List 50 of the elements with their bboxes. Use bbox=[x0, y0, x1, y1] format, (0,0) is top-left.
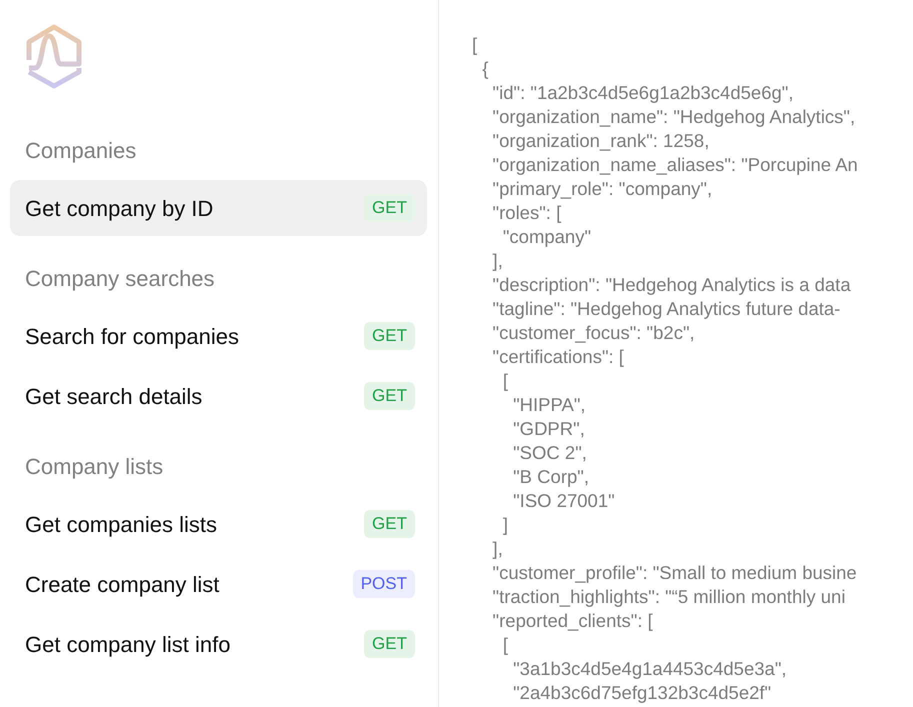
method-tag: GET bbox=[364, 322, 415, 350]
method-tag: GET bbox=[364, 510, 415, 538]
logo-icon bbox=[25, 24, 83, 90]
code-line: "certifications": [ bbox=[492, 345, 625, 369]
code-line: "B Corp", bbox=[512, 465, 590, 489]
code-line: "organization_name_aliases": "Porcupine An bbox=[492, 153, 859, 177]
code-line: "reported_clients": [ bbox=[492, 609, 654, 633]
code-line: "2a4b3c6d75efg132b3c4d5e2f" bbox=[512, 681, 772, 705]
code-line: "GDPR", bbox=[512, 417, 586, 441]
sidebar-item[interactable]: Get companies lists GET bbox=[10, 496, 427, 552]
code-line: "ISO 27001" bbox=[512, 489, 616, 513]
code-line: ] bbox=[502, 513, 509, 537]
section-heading: Company lists bbox=[24, 454, 164, 480]
section-heading: Companies bbox=[24, 138, 138, 164]
code-line: "tagline": "Hedgehog Analytics future data- bbox=[492, 297, 842, 321]
code-line: "customer_focus": "b2c", bbox=[492, 321, 696, 345]
method-tag: GET bbox=[364, 630, 415, 658]
code-line: ], bbox=[492, 537, 504, 561]
code-line: "customer_profile": "Small to medium busine bbox=[492, 561, 858, 585]
code-line: "description": "Hedgehog Analytics is a data bbox=[492, 273, 852, 297]
code-line: "HIPPA", bbox=[512, 393, 587, 417]
code-line: [ bbox=[502, 369, 509, 393]
item-label: Create company list bbox=[25, 570, 220, 599]
code-line: "organization_name": "Hedgehog Analytics", bbox=[492, 105, 856, 129]
item-label: Get company list info bbox=[25, 630, 230, 659]
code-line: [ bbox=[472, 33, 478, 57]
code-line: "id": "1a2b3c4d5e6g1a2b3c4d5e6g", bbox=[492, 81, 795, 105]
sidebar-item[interactable]: Get search details GET bbox=[10, 368, 427, 424]
section-heading: Company searches bbox=[24, 266, 216, 292]
code-line: [ bbox=[502, 633, 509, 657]
code-line: "3a1b3c4d5e4g1a4453c4d5e3a", bbox=[512, 657, 788, 681]
item-label: Get search details bbox=[25, 382, 202, 410]
sidebar-item[interactable]: Get company list info GET bbox=[10, 616, 427, 672]
sidebar-item[interactable]: Get company by ID GET bbox=[10, 180, 427, 236]
method-tag: GET bbox=[364, 194, 415, 222]
item-label: Get companies lists bbox=[25, 510, 217, 539]
code-line: "organization_rank": 1258, bbox=[492, 129, 710, 153]
code-line: "traction_highlights": "“5 million monthly uni bbox=[492, 585, 846, 609]
method-tag: POST bbox=[352, 570, 415, 598]
code-line: "company" bbox=[502, 225, 592, 249]
code-line: ], bbox=[492, 249, 504, 273]
code-line: "roles": [ bbox=[492, 201, 562, 225]
code-line: { bbox=[481, 57, 490, 81]
sidebar-item[interactable]: Create company list POST bbox=[10, 556, 427, 612]
item-label: Get company by ID bbox=[25, 194, 214, 223]
item-label: Search for companies bbox=[25, 322, 239, 351]
sidebar-item[interactable]: Search for companies GET bbox=[10, 308, 427, 364]
code-line: "primary_role": "company", bbox=[492, 177, 714, 201]
method-tag: GET bbox=[364, 382, 415, 410]
code-line: "SOC 2", bbox=[512, 441, 588, 465]
